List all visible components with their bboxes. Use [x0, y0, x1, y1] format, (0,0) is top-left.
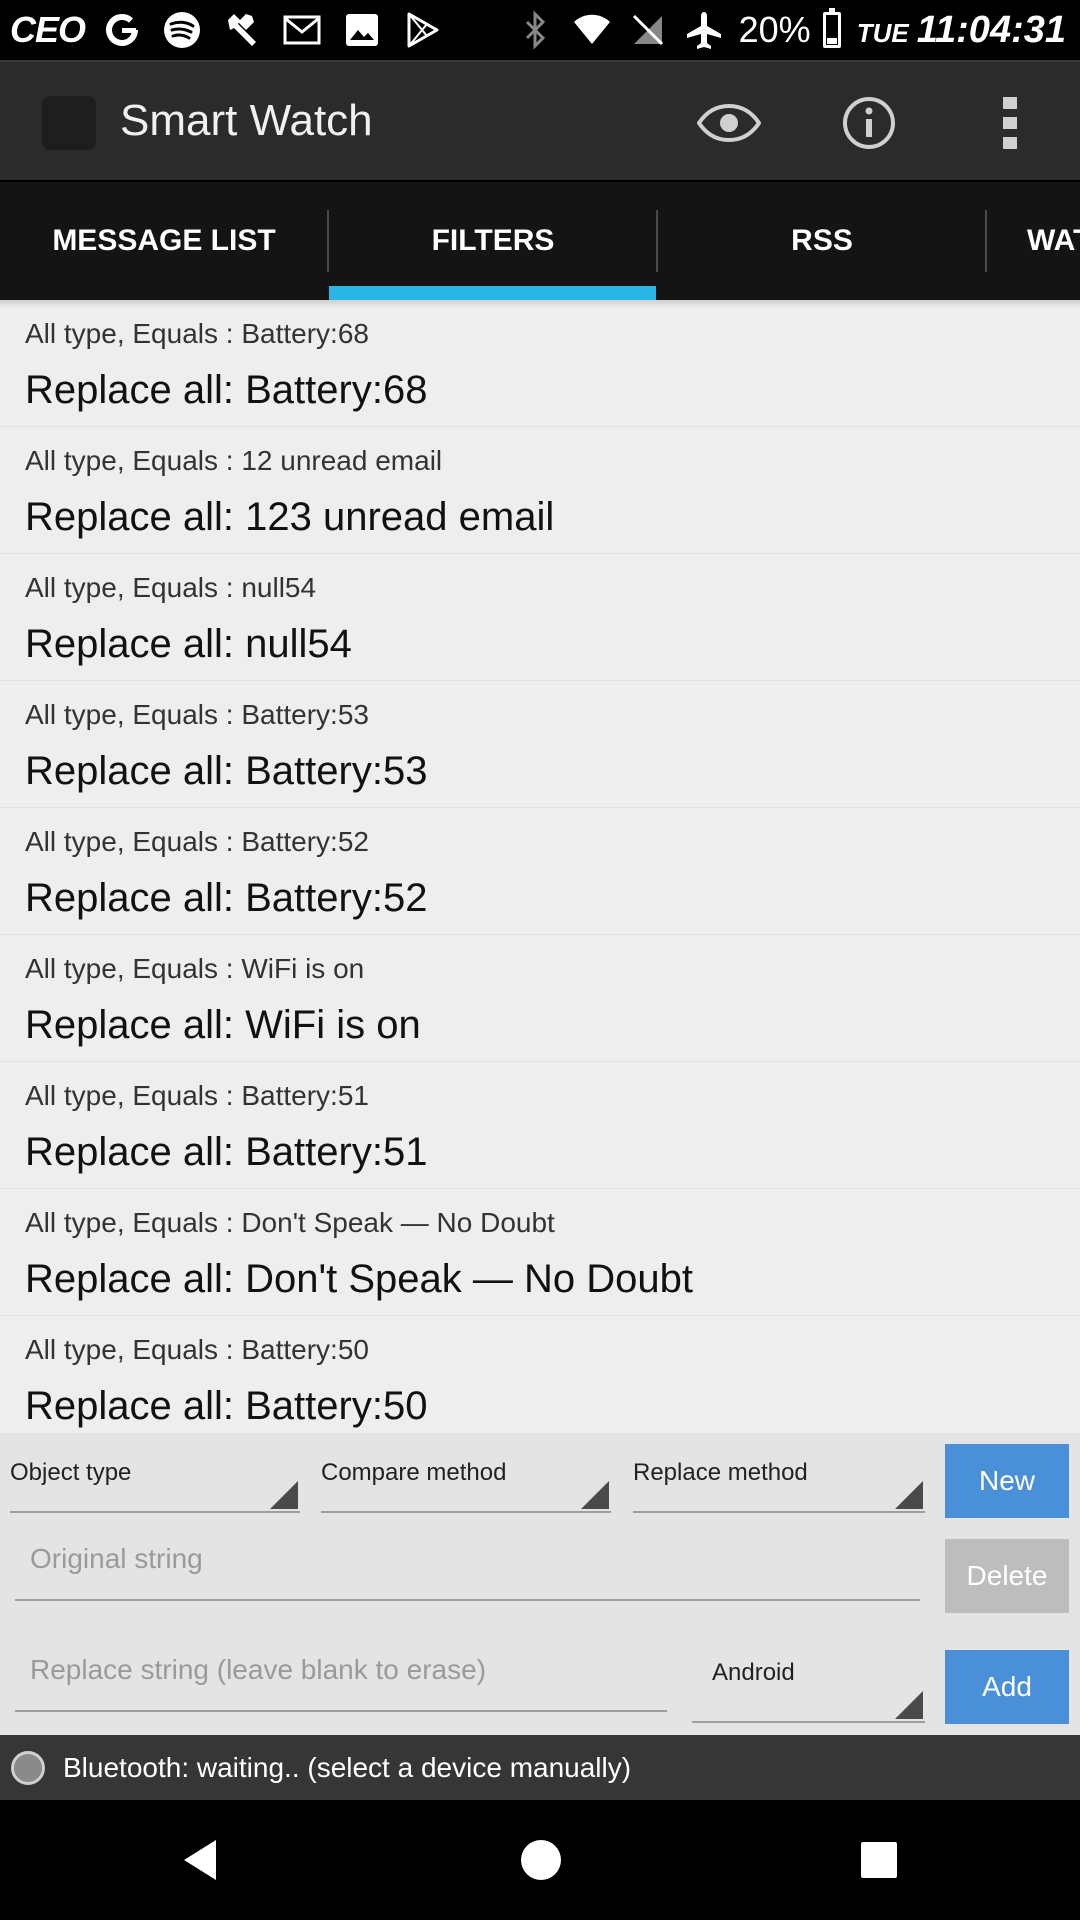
delete-button[interactable]: Delete	[945, 1539, 1069, 1613]
tab-bar: MESSAGE LIST FILTERS RSS WAT	[0, 182, 1080, 300]
add-button[interactable]: Add	[945, 1650, 1069, 1724]
filter-action: Replace all: null54	[25, 622, 352, 666]
new-button[interactable]: New	[945, 1444, 1069, 1518]
navigation-bar	[0, 1800, 1080, 1920]
filter-row[interactable]: All type, Equals : Battery:68 Replace all…	[0, 300, 1080, 427]
no-sim-icon	[627, 9, 669, 51]
wifi-icon	[571, 9, 613, 51]
filter-action: Replace all: Don't Speak — No Doubt	[25, 1257, 693, 1301]
bluetooth-icon	[515, 9, 557, 51]
dropdown-triangle-icon	[895, 1691, 923, 1719]
filter-row[interactable]: All type, Equals : Battery:52 Replace all…	[0, 808, 1080, 935]
google-icon	[101, 9, 143, 51]
object-type-label: Object type	[10, 1459, 132, 1486]
original-string-input[interactable]: Original string	[15, 1533, 920, 1601]
replace-method-spinner[interactable]: Replace method	[633, 1443, 925, 1513]
dropdown-triangle-icon	[270, 1481, 298, 1509]
tab-filters[interactable]: FILTERS	[329, 182, 657, 300]
info-icon[interactable]	[834, 88, 904, 158]
app-logo-icon	[42, 96, 96, 150]
compare-method-spinner[interactable]: Compare method	[321, 1443, 611, 1513]
airplane-icon	[683, 9, 725, 51]
object-type-spinner[interactable]: Object type	[10, 1443, 300, 1513]
battery-icon	[822, 8, 841, 48]
image-icon	[341, 9, 383, 51]
app-title: Smart Watch	[120, 96, 373, 145]
filter-action: Replace all: Battery:68	[25, 368, 428, 412]
filter-row[interactable]: All type, Equals : Don't Speak — No Doub…	[0, 1189, 1080, 1316]
battery-percent: 20%	[738, 9, 811, 50]
day-label: TUE	[856, 17, 909, 48]
filter-condition: All type, Equals : 12 unread email	[25, 445, 443, 476]
gmail-icon	[281, 9, 323, 51]
tab-message-list[interactable]: MESSAGE LIST	[0, 182, 328, 300]
overflow-menu-icon[interactable]	[975, 88, 1045, 158]
filter-row[interactable]: All type, Equals : Battery:53 Replace all…	[0, 681, 1080, 808]
selected-tab-indicator	[329, 286, 656, 300]
eye-icon[interactable]	[694, 88, 764, 158]
tab-rss[interactable]: RSS	[658, 182, 986, 300]
bluetooth-status-bar[interactable]: Bluetooth: waiting.. (select a device ma…	[0, 1735, 1080, 1800]
filter-row[interactable]: All type, Equals : Battery:51 Replace all…	[0, 1062, 1080, 1189]
filter-condition: All type, Equals : Battery:50	[25, 1334, 369, 1365]
filter-row[interactable]: All type, Equals : Battery:50 Replace all…	[0, 1316, 1080, 1433]
connection-status-icon	[11, 1750, 45, 1785]
replace-method-label: Replace method	[633, 1459, 808, 1486]
filter-controls: Object type Compare method Replace metho…	[0, 1433, 1080, 1735]
target-label: Android	[712, 1659, 795, 1686]
filter-action: Replace all: 123 unread email	[25, 495, 555, 539]
bluetooth-status-text: Bluetooth: waiting.. (select a device ma…	[63, 1751, 632, 1783]
carrier-label: CEO	[10, 9, 86, 50]
dropdown-triangle-icon	[581, 1481, 609, 1509]
filter-row[interactable]: All type, Equals : WiFi is on Replace all…	[0, 935, 1080, 1062]
filter-condition: All type, Equals : Battery:51	[25, 1080, 369, 1111]
compare-method-label: Compare method	[321, 1459, 507, 1486]
filter-condition: All type, Equals : Battery:53	[25, 699, 369, 730]
replace-string-input[interactable]: Replace string (leave blank to erase)	[15, 1644, 667, 1712]
action-bar: Smart Watch	[0, 60, 1080, 180]
filter-action: Replace all: Battery:51	[25, 1130, 428, 1174]
dropdown-triangle-icon	[895, 1481, 923, 1509]
filter-condition: All type, Equals : Battery:68	[25, 318, 369, 349]
target-spinner[interactable]: Android	[692, 1643, 925, 1723]
filter-condition: All type, Equals : Don't Speak — No Doub…	[25, 1207, 555, 1238]
recents-icon[interactable]	[849, 1830, 909, 1890]
tab-watch[interactable]: WAT	[987, 182, 1080, 300]
back-icon[interactable]	[170, 1830, 230, 1890]
filter-action: Replace all: WiFi is on	[25, 1003, 421, 1047]
filter-row[interactable]: All type, Equals : 12 unread email Replac…	[0, 427, 1080, 554]
filter-action: Replace all: Battery:52	[25, 876, 428, 920]
original-string-placeholder: Original string	[30, 1543, 203, 1574]
filter-action: Replace all: Battery:50	[25, 1384, 428, 1428]
filter-row[interactable]: All type, Equals : null54 Replace all: nu…	[0, 554, 1080, 681]
wrench-icon	[221, 9, 263, 51]
status-bar: CEO 20% TUE 11:04:31	[0, 0, 1080, 60]
replace-string-placeholder: Replace string (leave blank to erase)	[30, 1654, 487, 1685]
filter-condition: All type, Equals : null54	[25, 572, 317, 603]
home-icon[interactable]	[511, 1830, 571, 1890]
filter-action: Replace all: Battery:53	[25, 749, 428, 793]
filter-condition: All type, Equals : WiFi is on	[25, 953, 365, 984]
play-store-icon	[401, 9, 443, 51]
clock: 11:04:31	[916, 8, 1066, 51]
filter-list[interactable]: All type, Equals : Battery:68 Replace all…	[0, 300, 1080, 1433]
list-shadow	[0, 300, 1080, 308]
spotify-icon	[161, 9, 203, 51]
filter-condition: All type, Equals : Battery:52	[25, 826, 369, 857]
